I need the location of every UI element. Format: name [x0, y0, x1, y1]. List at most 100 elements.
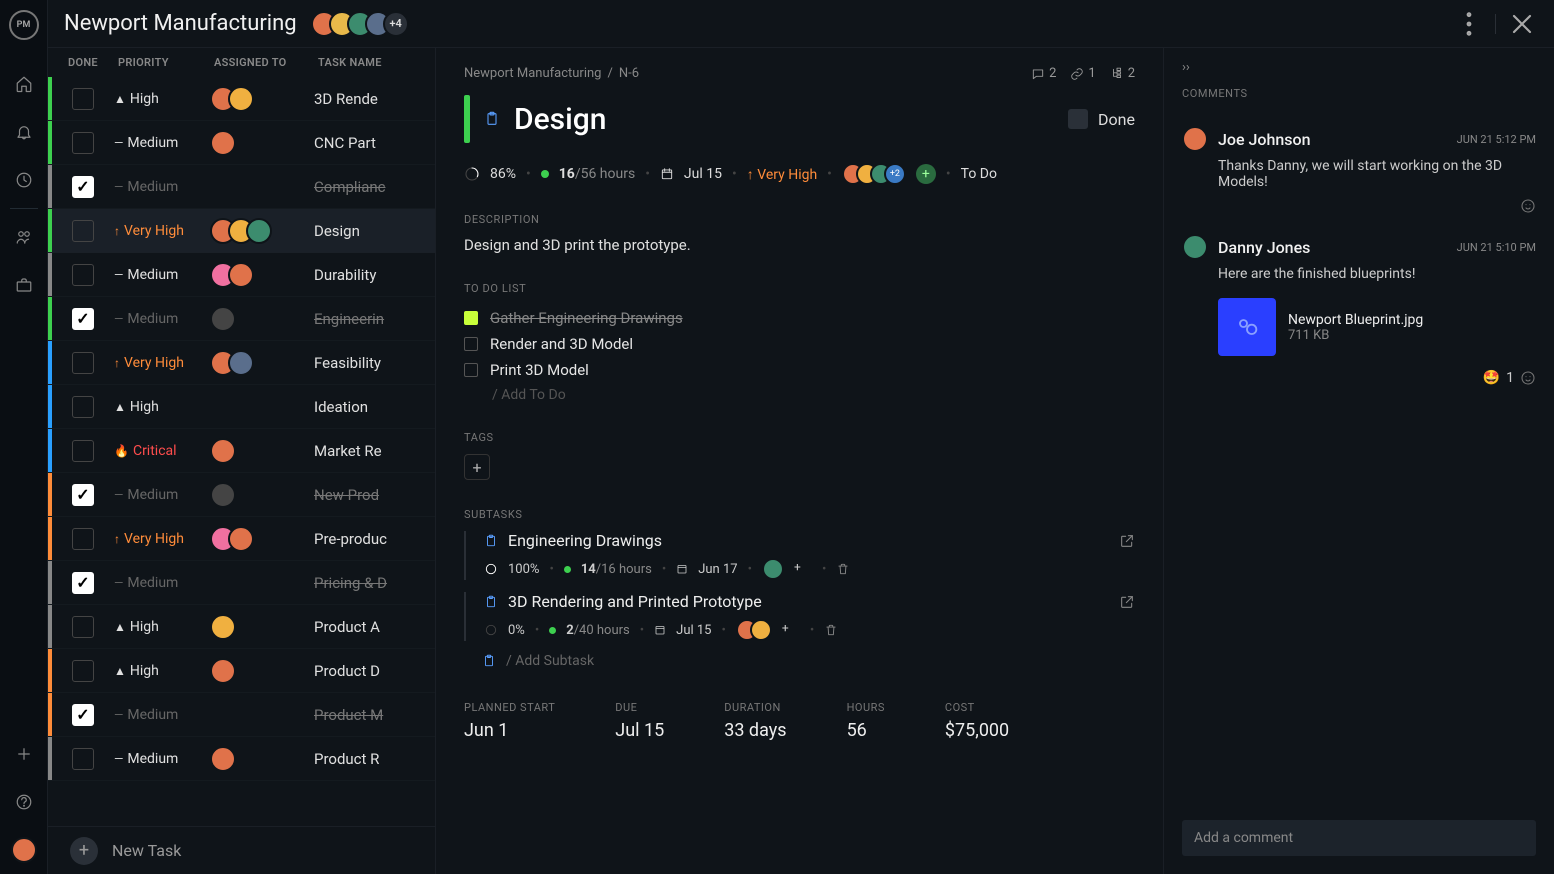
assigned-cell[interactable]	[210, 130, 314, 156]
priority-cell[interactable]: ▲High	[114, 663, 210, 679]
comment-author[interactable]: Danny Jones	[1218, 238, 1310, 257]
open-icon[interactable]	[1119, 594, 1135, 610]
duration-value[interactable]: 33 days	[724, 720, 786, 741]
assigned-cell[interactable]	[210, 218, 314, 244]
assigned-cell[interactable]	[210, 86, 314, 112]
task-row[interactable]: —Medium Pricing & D	[48, 561, 435, 605]
priority-cell[interactable]: ▲High	[114, 619, 210, 635]
col-name[interactable]: TASK NAME	[318, 56, 423, 69]
assigned-cell[interactable]	[210, 306, 314, 332]
task-row[interactable]: —Medium Product M	[48, 693, 435, 737]
priority-cell[interactable]: —Medium	[114, 179, 210, 195]
done-checkbox[interactable]	[72, 220, 94, 242]
subtask-title[interactable]: 3D Rendering and Printed Prototype	[508, 592, 762, 611]
task-row[interactable]: —Medium Complianc	[48, 165, 435, 209]
task-row[interactable]: —Medium CNC Part	[48, 121, 435, 165]
priority-badge[interactable]: ↑ Very High	[747, 166, 817, 183]
priority-cell[interactable]: ↑Very High	[114, 223, 210, 239]
priority-cell[interactable]: ↑Very High	[114, 355, 210, 371]
task-row[interactable]: ↑Very High Feasibility	[48, 341, 435, 385]
task-row[interactable]: ↑Very High Pre-produc	[48, 517, 435, 561]
add-icon[interactable]	[0, 730, 48, 778]
assigned-cell[interactable]	[210, 614, 314, 640]
assigned-cell[interactable]	[210, 746, 314, 772]
col-assigned[interactable]: ASSIGNED TO	[214, 56, 318, 69]
hours-value[interactable]: 56	[847, 720, 885, 741]
todo-checkbox[interactable]	[464, 337, 478, 351]
subtask-due[interactable]: Jul 15	[676, 623, 711, 638]
done-checkbox[interactable]	[72, 660, 94, 682]
close-icon[interactable]	[1506, 8, 1538, 40]
breadcrumb-id[interactable]: N-6	[619, 66, 639, 81]
priority-cell[interactable]: 🔥Critical	[114, 443, 210, 459]
reaction[interactable]: 🤩1	[1218, 370, 1536, 386]
priority-cell[interactable]: —Medium	[114, 487, 210, 503]
priority-cell[interactable]: —Medium	[114, 267, 210, 283]
people-icon[interactable]	[0, 213, 48, 261]
done-checkbox[interactable]	[72, 308, 94, 330]
home-icon[interactable]	[0, 60, 48, 108]
comments-count[interactable]: 2	[1031, 66, 1056, 81]
assigned-cell[interactable]	[210, 658, 314, 684]
todo-item[interactable]: Gather Engineering Drawings	[464, 305, 1135, 331]
task-row[interactable]: ▲High Product D	[48, 649, 435, 693]
comment-avatar[interactable]	[1182, 126, 1208, 152]
priority-cell[interactable]: ▲High	[114, 399, 210, 415]
attachment[interactable]: Newport Blueprint.jpg711 KB	[1218, 298, 1536, 356]
add-assignee-button[interactable]: +	[916, 164, 936, 184]
add-reaction-icon[interactable]	[1520, 370, 1536, 386]
project-members[interactable]: +4	[311, 11, 409, 37]
priority-cell[interactable]: —Medium	[114, 575, 210, 591]
done-checkbox[interactable]	[72, 264, 94, 286]
trash-icon[interactable]	[836, 562, 850, 576]
subtask-title[interactable]: Engineering Drawings	[508, 531, 662, 550]
add-subtask-input[interactable]: / Add Subtask	[464, 653, 1135, 669]
todo-checkbox[interactable]	[464, 363, 478, 377]
comment-author[interactable]: Joe Johnson	[1218, 130, 1311, 149]
task-row[interactable]: —Medium Durability	[48, 253, 435, 297]
notifications-icon[interactable]	[0, 108, 48, 156]
briefcase-icon[interactable]	[0, 261, 48, 309]
done-checkbox[interactable]	[72, 528, 94, 550]
trash-icon[interactable]	[824, 623, 838, 637]
assigned-cell[interactable]	[210, 350, 314, 376]
todo-item[interactable]: Print 3D Model	[464, 357, 1135, 383]
priority-cell[interactable]: —Medium	[114, 135, 210, 151]
task-row[interactable]: ▲High Product A	[48, 605, 435, 649]
add-todo-input[interactable]: / Add To Do	[492, 387, 1135, 403]
task-row[interactable]: ↑Very High Design	[48, 209, 435, 253]
assignees[interactable]: +2	[842, 163, 906, 185]
done-checkbox[interactable]	[72, 616, 94, 638]
done-checkbox[interactable]	[72, 572, 94, 594]
done-checkbox[interactable]	[72, 484, 94, 506]
done-checkbox[interactable]	[72, 748, 94, 770]
priority-cell[interactable]: —Medium	[114, 311, 210, 327]
done-checkbox[interactable]	[72, 396, 94, 418]
subtask-due[interactable]: Jun 17	[698, 562, 737, 577]
add-tag-button[interactable]: +	[464, 454, 490, 480]
member-overflow[interactable]: +4	[383, 11, 409, 37]
done-toggle[interactable]: Done	[1068, 109, 1135, 129]
priority-cell[interactable]: ↑Very High	[114, 531, 210, 547]
add-assignee-button[interactable]: +	[794, 560, 812, 578]
subtasks-count[interactable]: 2	[1110, 66, 1135, 81]
priority-cell[interactable]: ▲High	[114, 91, 210, 107]
task-row[interactable]: —Medium Engineerin	[48, 297, 435, 341]
user-avatar[interactable]	[0, 826, 48, 874]
planned-start-value[interactable]: Jun 1	[464, 720, 555, 741]
due-date[interactable]: Jul 15	[684, 166, 722, 182]
breadcrumb-project[interactable]: Newport Manufacturing	[464, 66, 601, 81]
comment-avatar[interactable]	[1182, 234, 1208, 260]
task-row[interactable]: ▲High Ideation	[48, 385, 435, 429]
col-priority[interactable]: PRIORITY	[118, 56, 214, 69]
assigned-cell[interactable]	[210, 526, 314, 552]
done-checkbox[interactable]	[72, 132, 94, 154]
task-title[interactable]: Design	[514, 102, 606, 137]
add-reaction-icon[interactable]	[1520, 198, 1536, 214]
done-checkbox[interactable]	[72, 176, 94, 198]
add-assignee-button[interactable]: +	[782, 621, 800, 639]
priority-cell[interactable]: —Medium	[114, 707, 210, 723]
done-checkbox[interactable]	[72, 440, 94, 462]
assigned-cell[interactable]	[210, 262, 314, 288]
task-row[interactable]: —Medium New Prod	[48, 473, 435, 517]
